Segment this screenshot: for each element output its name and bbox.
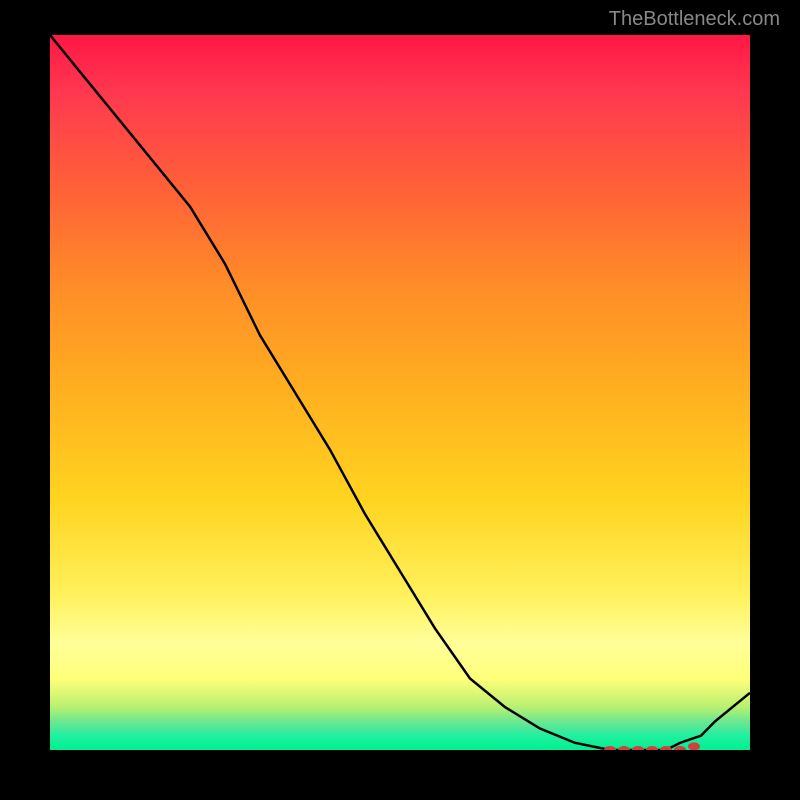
marker-point: [688, 742, 700, 750]
marker-point: [618, 746, 630, 750]
marker-point: [604, 746, 616, 750]
chart-svg: [50, 35, 750, 750]
marker-point: [646, 746, 658, 750]
data-markers: [604, 742, 700, 750]
plot-area: [50, 35, 750, 750]
chart-container: TheBottleneck.com: [0, 0, 800, 800]
watermark-text: TheBottleneck.com: [609, 8, 780, 31]
marker-point: [632, 746, 644, 750]
marker-point: [674, 746, 686, 750]
data-line: [50, 35, 750, 750]
